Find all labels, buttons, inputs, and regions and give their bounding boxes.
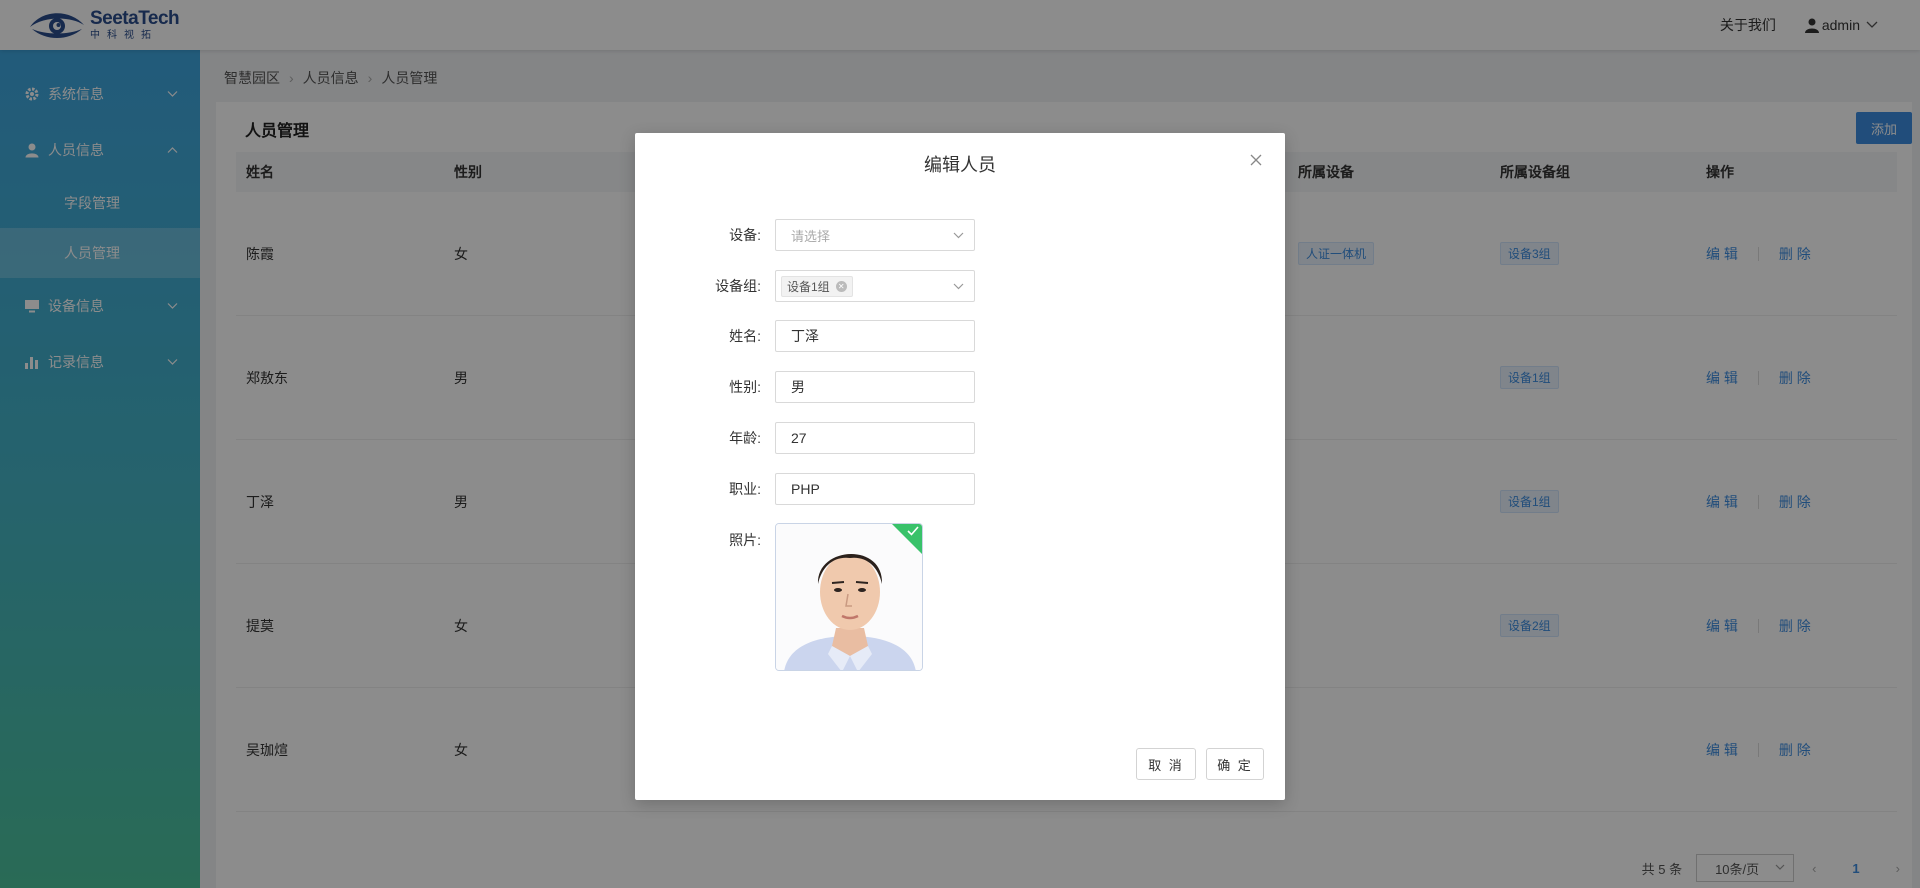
group-select[interactable]: 设备1组 ✕ — [775, 270, 975, 302]
field-label: 职业: — [729, 481, 761, 497]
form-row-job: 职业: PHP — [635, 473, 1285, 505]
group-chip: 设备1组 ✕ — [781, 275, 853, 297]
field-label: 性别: — [729, 379, 761, 395]
job-input[interactable]: PHP — [775, 473, 975, 505]
form-row-group: 设备组: 设备1组 ✕ — [635, 270, 1285, 302]
field-label: 年龄: — [729, 430, 761, 446]
edit-person-modal: 编辑人员 设备: 请选择 设备组: 设备1组 ✕ 姓名: 丁泽 性别: 男 年龄… — [635, 133, 1285, 800]
gender-input[interactable]: 男 — [775, 371, 975, 403]
close-icon[interactable] — [1249, 153, 1263, 167]
form-row-device: 设备: 请选择 — [635, 219, 1285, 251]
chevron-down-icon — [953, 232, 964, 239]
field-label: 设备: — [729, 227, 761, 243]
device-select-placeholder: 请选择 — [791, 228, 831, 244]
form-row-name: 姓名: 丁泽 — [635, 320, 1285, 352]
modal-title: 编辑人员 — [924, 155, 996, 175]
age-input[interactable]: 27 — [775, 422, 975, 454]
field-label: 设备组: — [715, 278, 761, 294]
group-chip-label: 设备1组 — [787, 279, 830, 294]
form-row-photo: 照片: — [635, 524, 1285, 556]
cancel-button[interactable]: 取 消 — [1136, 748, 1196, 780]
field-label: 姓名: — [729, 328, 761, 344]
remove-chip-icon[interactable]: ✕ — [835, 280, 847, 292]
field-label: 照片: — [729, 532, 761, 548]
check-icon — [907, 526, 919, 536]
name-input[interactable]: 丁泽 — [775, 320, 975, 352]
confirm-button[interactable]: 确 定 — [1206, 748, 1264, 780]
chevron-down-icon — [953, 283, 964, 290]
device-select[interactable]: 请选择 — [775, 219, 975, 251]
form-row-age: 年龄: 27 — [635, 422, 1285, 454]
form-row-gender: 性别: 男 — [635, 371, 1285, 403]
photo-upload[interactable] — [775, 523, 923, 671]
